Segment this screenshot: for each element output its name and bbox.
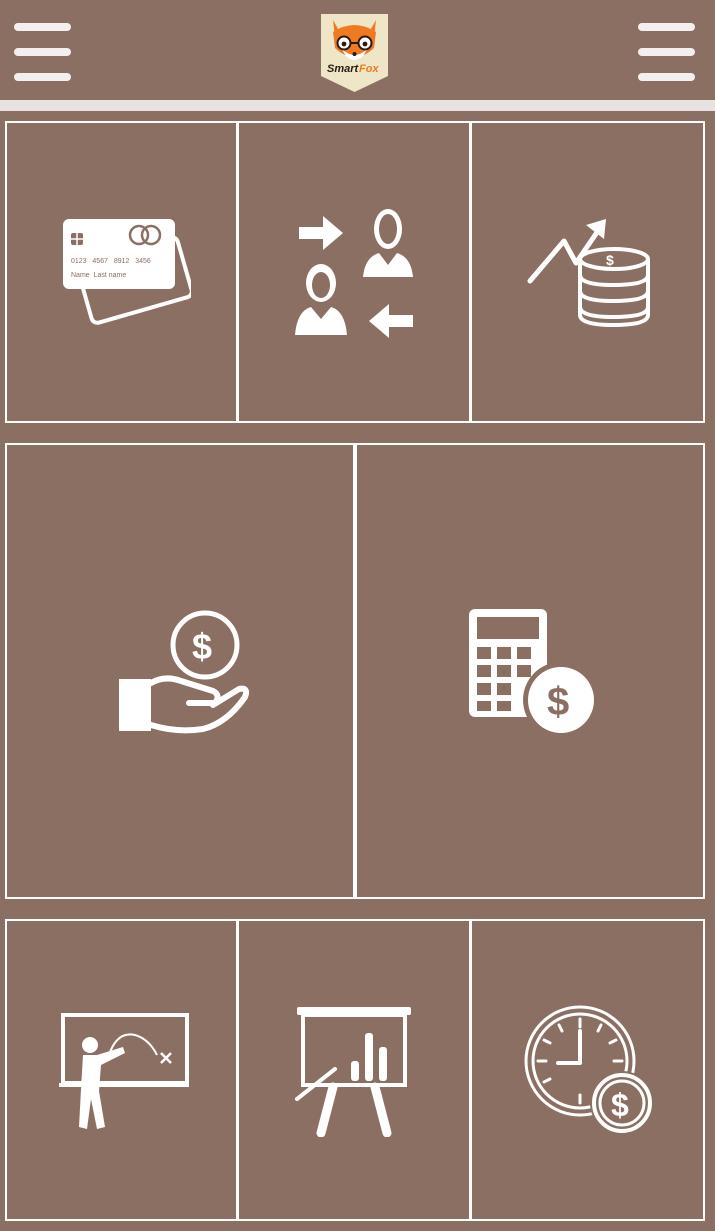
hand-coin-icon: $ [119,610,250,734]
investment-growth-icon: $ [527,219,650,328]
left-menu-button[interactable] [14,23,71,83]
app-header: Smart Fox [0,0,715,100]
tile-calculator[interactable]: $ [355,443,705,899]
header-divider [0,100,715,111]
tile-payments[interactable]: $ [5,443,355,899]
svg-text:$: $ [547,680,569,724]
hamburger-line [638,23,695,31]
svg-text:$: $ [606,252,614,268]
right-menu-button[interactable] [638,23,695,83]
money-transfer-icon [295,209,413,338]
credit-card-icon: 0123 4567 8912 3456 Name Last name [63,219,191,325]
calculator-dollar-icon: $ [469,609,597,738]
hamburger-line [638,73,695,81]
hamburger-line [14,73,71,81]
smartfox-logo[interactable]: Smart Fox [319,12,390,94]
hamburger-line [14,23,71,31]
hamburger-line [638,48,695,56]
clock-dollar-icon: $ [524,1005,654,1135]
tile-timed-payments[interactable]: $ [470,919,705,1221]
logo-text-smart: Smart [327,63,360,75]
chart-presentation-icon [295,1007,411,1137]
svg-text:$: $ [192,626,212,667]
card-holder-name: Name Last name [71,272,126,279]
tile-transfer[interactable] [237,121,471,423]
hamburger-line [14,48,71,56]
svg-text:$: $ [611,1087,629,1123]
tile-training[interactable] [5,919,238,1221]
tile-analytics[interactable] [237,919,471,1221]
logo-text-fox: Fox [359,63,379,75]
card-number: 0123 4567 8912 3456 [71,258,151,265]
tile-cards[interactable]: 0123 4567 8912 3456 Name Last name [5,121,238,423]
tile-investments[interactable]: $ [470,121,705,423]
training-presentation-icon [59,1013,189,1129]
